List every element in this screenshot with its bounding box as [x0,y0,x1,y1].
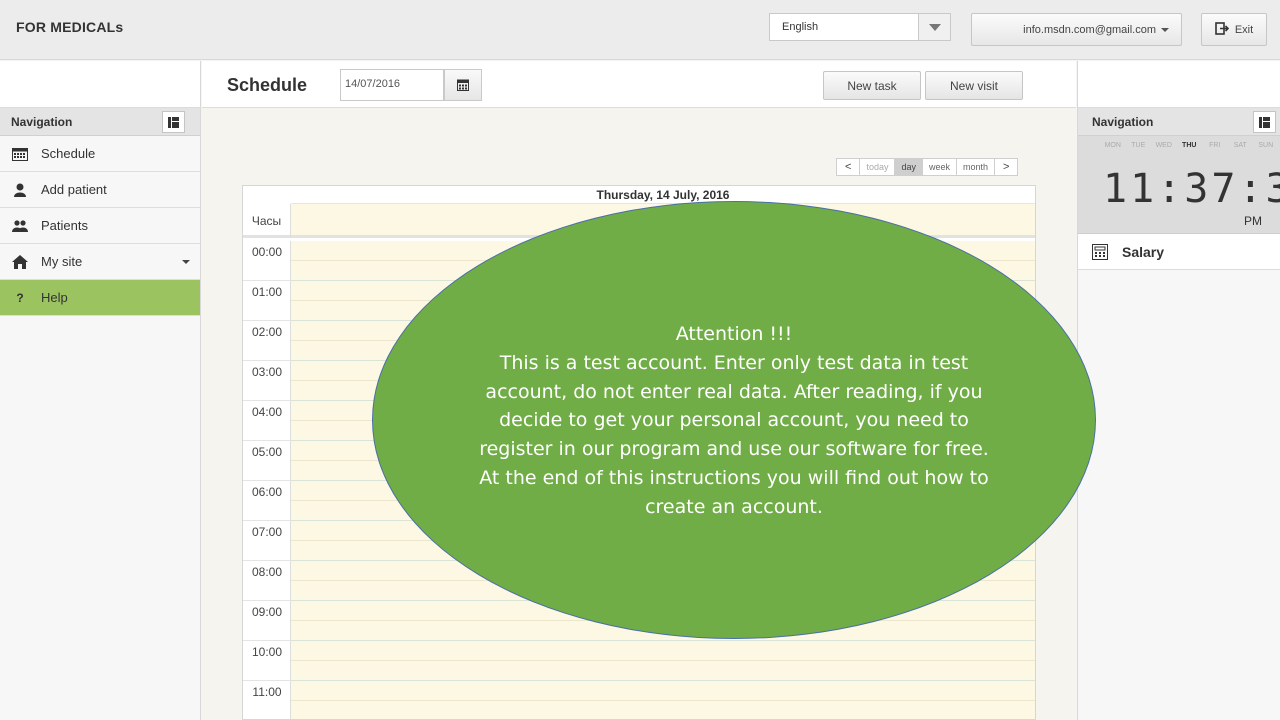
sidebar-item-add-patient[interactable]: Add patient [0,172,200,208]
sidebar-item-label: Help [41,290,68,305]
sidebar-item-label: Add patient [41,182,107,197]
calendar-date-heading: Thursday, 14 July, 2016 [291,186,1035,204]
user-menu-button[interactable]: info.msdn.com@gmail.com [971,13,1182,46]
attention-body: This is a test account. Enter only test … [479,352,989,518]
calendar-icon [457,79,469,91]
language-value: English [782,21,819,33]
caret-down-icon [1161,27,1169,32]
user-icon [11,182,29,198]
weekday-current: THU [1182,142,1197,149]
view-switcher: < today day week month > [836,158,1019,176]
hour-label: 11:00 [243,681,291,719]
sidebar-item-schedule[interactable]: Schedule [0,136,200,172]
weekday: SAT [1233,142,1247,149]
calendar-icon [11,146,29,162]
sidebar-toggle-button[interactable] [162,111,185,133]
home-icon [11,254,29,270]
weekday: SUN [1258,142,1274,149]
hour-label: 03:00 [243,361,291,401]
page-title: Schedule [227,75,308,95]
digital-clock: MON TUE WED THU FRI SAT SUN 11:37:30 PM [1078,136,1280,234]
right-sidebar: Navigation MON TUE WED THU FRI SAT SUN 1… [1077,61,1280,720]
new-task-button[interactable]: New task [823,71,921,100]
hour-label: 08:00 [243,561,291,601]
attention-title: Attention !!! [675,323,793,345]
hour-label: 00:00 [243,241,291,281]
exit-label: Exit [1234,23,1254,36]
calendar-button[interactable] [444,69,482,101]
top-bar: FOR MEDICALs English info.msdn.com@gmail… [0,0,1280,60]
sidebar-item-my-site[interactable]: My site [0,244,200,280]
sidebar-item-help[interactable]: ? Help [0,280,200,316]
hour-label: 02:00 [243,321,291,361]
day-view-button[interactable]: day [895,159,923,175]
date-input[interactable]: 14/07/2016 [340,69,444,101]
sidebar-toggle-icon [1259,116,1270,128]
hour-label: 10:00 [243,641,291,681]
users-icon [11,218,29,234]
hour-label: 09:00 [243,601,291,641]
sidebar-item-label: Patients [41,218,88,233]
salary-link[interactable]: Salary [1078,234,1280,270]
weekday: WED [1155,142,1172,149]
hour-label: 07:00 [243,521,291,561]
user-email: info.msdn.com@gmail.com [1023,23,1156,36]
calculator-icon [1092,243,1108,260]
weekday: MON [1104,142,1121,149]
brand-logo: FOR MEDICALs [16,19,124,35]
weekday: FRI [1209,142,1221,149]
navigation-header: Navigation [1078,108,1280,136]
question-icon: ? [16,290,24,305]
sidebar-item-label: My site [41,254,83,269]
today-button[interactable]: today [860,159,896,175]
sidebar-toggle-button[interactable] [1253,111,1276,133]
salary-label: Salary [1122,243,1165,260]
language-select[interactable]: English [769,13,951,41]
clock-ampm: PM [1244,214,1262,228]
clock-time: 11:37:30 [1103,166,1280,212]
sidebar-item-label: Schedule [41,146,96,161]
hour-label: 01:00 [243,281,291,321]
hour-gutter: 00:00 01:00 02:00 03:00 04:00 05:00 06:0… [243,241,291,719]
sidebar-item-patients[interactable]: Patients [0,208,200,244]
navigation-title: Navigation [11,114,73,129]
new-visit-button[interactable]: New visit [925,71,1023,100]
exit-button[interactable]: Exit [1201,13,1267,46]
caret-down-icon [182,260,190,264]
hour-label: 04:00 [243,401,291,441]
navigation-header: Navigation [0,108,200,136]
main-header: Schedule 14/07/2016 New task New visit [202,61,1076,108]
navigation-title: Navigation [1092,114,1154,129]
weekday: TUE [1131,142,1146,149]
chevron-down-icon[interactable] [918,14,950,40]
prev-button[interactable]: < [837,159,861,175]
next-button[interactable]: > [995,159,1017,175]
weekday-row: MON TUE WED THU FRI SAT SUN [1100,142,1279,149]
attention-overlay: Attention !!! This is a test account. En… [372,201,1096,639]
left-sidebar: Navigation Schedule Add patient Patients… [0,61,201,720]
week-view-button[interactable]: week [923,159,957,175]
sidebar-toggle-icon [168,116,179,128]
month-view-button[interactable]: month [957,159,996,175]
hour-label: 06:00 [243,481,291,521]
exit-icon [1215,21,1229,38]
hour-label: 05:00 [243,441,291,481]
allday-label: Часы [243,204,291,238]
